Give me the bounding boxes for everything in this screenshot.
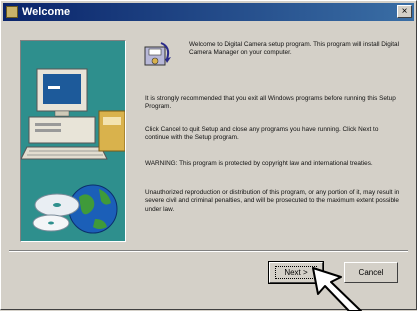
exit-programs-text: It is strongly recommended that you exit… <box>145 95 396 111</box>
annotation-arrow <box>312 267 362 311</box>
installer-disk-icon <box>144 42 171 66</box>
computer-globe-illustration <box>20 68 126 234</box>
setup-app-icon <box>6 6 18 18</box>
title-bar[interactable]: Welcome × <box>3 3 414 21</box>
close-button[interactable]: × <box>397 5 412 18</box>
cancel-next-instructions: Click Cancel to quit Setup and close any… <box>145 126 379 142</box>
welcome-illustration-panel <box>20 40 126 242</box>
welcome-content: Welcome to Digital Camera setup program.… <box>141 37 407 247</box>
window-title: Welcome <box>22 6 71 18</box>
button-divider <box>9 250 408 252</box>
unauthorized-use-text: Unauthorized reproduction or distributio… <box>145 189 400 213</box>
setup-dialog: Welcome × Welcome to Digital Camera setu… <box>0 0 417 311</box>
welcome-intro-text: Welcome to Digital Camera setup program.… <box>189 41 400 57</box>
copyright-warning-text: WARNING: This program is protected by co… <box>145 160 373 167</box>
